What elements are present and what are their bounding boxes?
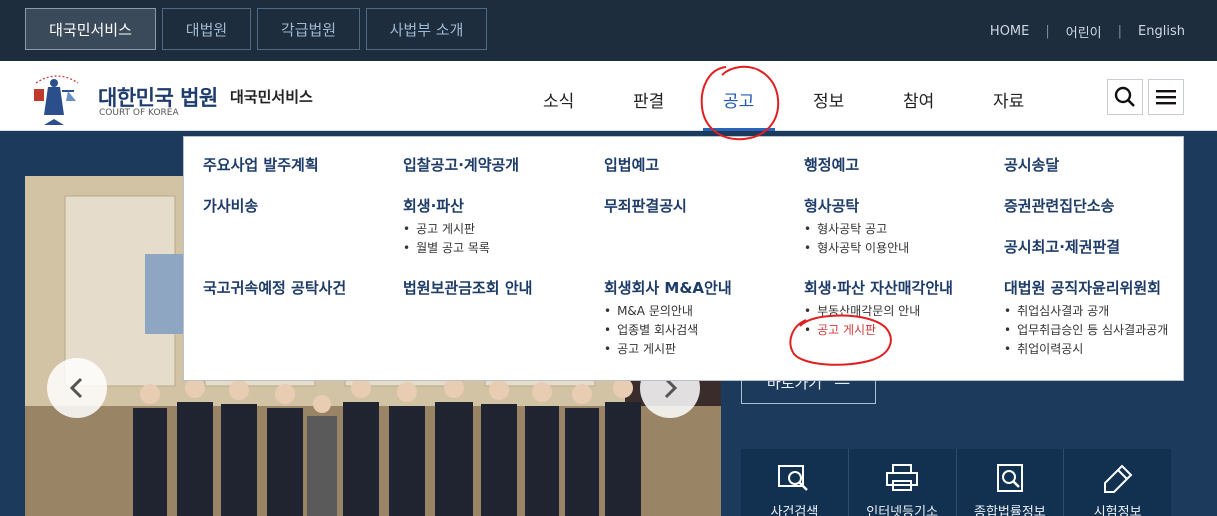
menu-button[interactable] [1148, 79, 1184, 115]
submenu-ma-notice-board[interactable]: 공고 게시판 [604, 340, 676, 357]
brand-subtitle-en: COURT OF KOREA [99, 108, 179, 118]
nav-info[interactable]: 정보 [813, 87, 844, 112]
nav-notices[interactable]: 공고 [723, 87, 754, 112]
chevron-left-icon [69, 377, 83, 399]
hamburger-menu-icon [1156, 90, 1176, 105]
menu-ethics-committee[interactable]: 대법원 공직자윤리위원회 [1004, 277, 1161, 298]
submenu-work-approval-results[interactable]: 업무취급승인 등 심사결과공개 [1004, 321, 1168, 338]
top-links: HOME | 어린이 | English [990, 22, 1185, 41]
english-link[interactable]: English [1138, 24, 1185, 39]
case-search-icon [778, 465, 809, 491]
submenu-ma-inquiry[interactable]: M&A 문의안내 [604, 302, 693, 319]
top-tab-citizen-service[interactable]: 대국민서비스 [25, 8, 156, 50]
quick-case-search[interactable]: 사건검색 [741, 449, 849, 516]
menu-securities-class-action[interactable]: 증권관련집단소송 [1004, 195, 1114, 216]
submenu-employment-history[interactable]: 취업이력공시 [1004, 340, 1083, 357]
quick-label: 사건검색 [770, 505, 819, 516]
search-button[interactable] [1107, 79, 1143, 115]
divider: | [1045, 24, 1050, 39]
submenu-company-search[interactable]: 업종별 회사검색 [604, 321, 698, 338]
nav-news[interactable]: 소식 [543, 87, 574, 112]
quick-internet-registry[interactable]: 인터넷등기소 [849, 449, 957, 516]
main-header: 대한민국 법원 COURT OF KOREA 대국민서비스 소식 판결 공고 정… [0, 61, 1217, 132]
printer-icon [886, 464, 919, 491]
menu-criminal-deposit[interactable]: 형사공탁 [804, 195, 859, 216]
quick-menu: 사건검색 인터넷등기소 종합법률정보 시험정보 [741, 449, 1171, 516]
quick-legal-info[interactable]: 종합법률정보 [957, 449, 1065, 516]
top-bar: 대국민서비스 대법원 각급법원 사법부 소개 HOME | 어린이 | Engl… [0, 0, 1217, 61]
divider: | [1117, 24, 1123, 39]
court-logo-icon[interactable] [26, 69, 88, 125]
quick-label: 시험정보 [1093, 505, 1142, 516]
submenu-real-estate-sale-inquiry[interactable]: 부동산매각문의 안내 [804, 302, 920, 319]
submenu-criminal-deposit-notice[interactable]: 형사공탁 공고 [804, 220, 887, 237]
search-icon [1114, 86, 1135, 107]
notices-mega-menu: 주요사업 발주계획 가사비송 국고귀속예정 공탁사건 입찰공고·계약공개 회생·… [183, 136, 1184, 381]
menu-family-nonlitigation[interactable]: 가사비송 [203, 195, 258, 216]
menu-public-service-notice[interactable]: 공시송달 [1004, 154, 1059, 175]
menu-administrative-notice[interactable]: 행정예고 [804, 154, 859, 175]
carousel-prev-button[interactable] [47, 358, 107, 418]
menu-rehabilitation-bankruptcy[interactable]: 회생·파산 [403, 195, 464, 216]
pen-icon [1103, 464, 1133, 493]
submenu-criminal-deposit-guide[interactable]: 형사공탁 이용안내 [804, 239, 909, 256]
menu-major-project-orders[interactable]: 주요사업 발주계획 [203, 154, 319, 175]
home-link[interactable]: HOME [990, 24, 1029, 39]
menu-state-reversion-deposit[interactable]: 국고귀속예정 공탁사건 [203, 277, 346, 298]
top-tab-supreme-court[interactable]: 대법원 [162, 8, 251, 50]
quick-label: 인터넷등기소 [866, 505, 938, 516]
menu-court-deposit-inquiry[interactable]: 법원보관금조회 안내 [403, 277, 532, 298]
nav-resources[interactable]: 자료 [993, 87, 1024, 112]
kids-link[interactable]: 어린이 [1066, 22, 1102, 41]
submenu-notice-board[interactable]: 공고 게시판 [403, 220, 475, 237]
top-tab-judiciary-intro[interactable]: 사법부 소개 [366, 8, 487, 50]
menu-rehab-company-ma[interactable]: 회생회사 M&A안내 [604, 277, 732, 298]
menu-bid-notices[interactable]: 입찰공고·계약공개 [403, 154, 519, 175]
menu-asset-sale-guide[interactable]: 회생·파산 자산매각안내 [804, 277, 953, 298]
menu-acquittal-notice[interactable]: 무죄판결공시 [604, 195, 687, 216]
nav-participation[interactable]: 참여 [903, 87, 934, 112]
law-book-search-icon [996, 464, 1023, 492]
quick-label: 종합법률정보 [973, 505, 1046, 516]
top-tab-courts[interactable]: 각급법원 [257, 8, 360, 50]
menu-legislative-notice[interactable]: 입법예고 [604, 154, 659, 175]
menu-public-summons[interactable]: 공시최고·제권판결 [1004, 236, 1120, 257]
quick-exam-info[interactable]: 시험정보 [1064, 449, 1171, 516]
submenu-monthly-notice-list[interactable]: 월별 공고 목록 [403, 239, 490, 256]
service-name[interactable]: 대국민서비스 [230, 86, 313, 107]
nav-rulings[interactable]: 판결 [633, 87, 664, 112]
submenu-asset-sale-notice-board[interactable]: 공고 게시판 [804, 321, 876, 338]
submenu-employment-review-results[interactable]: 취업심사결과 공개 [1004, 302, 1109, 319]
